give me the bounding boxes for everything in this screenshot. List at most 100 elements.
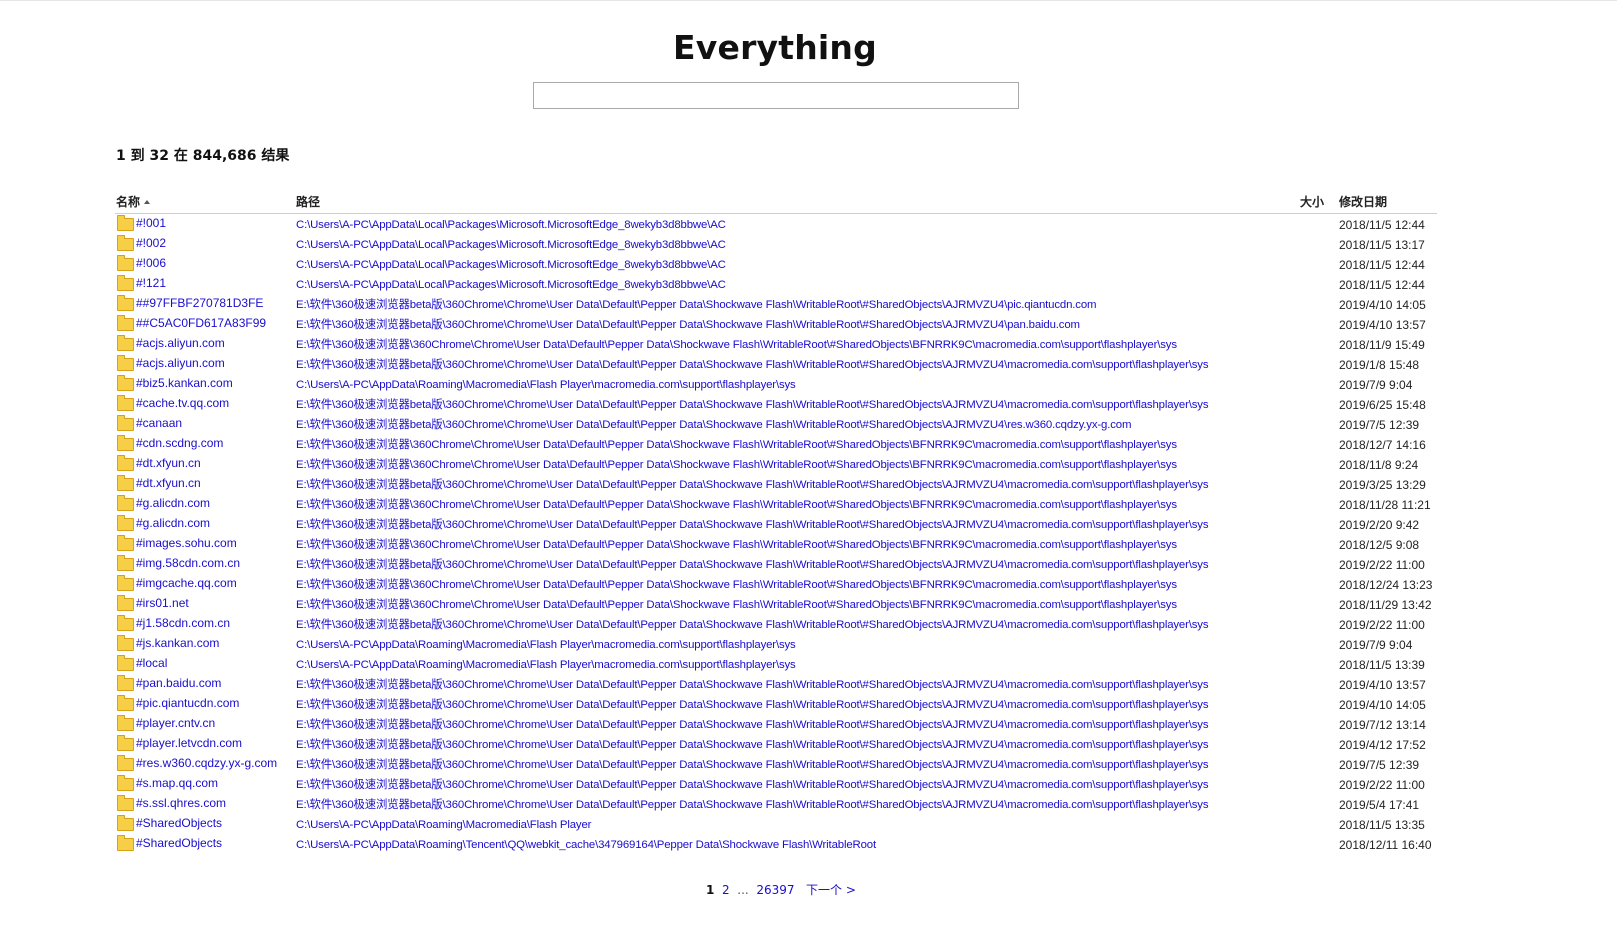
- table-row[interactable]: #g.alicdn.com E:\软件\360极速浏览器\360Chrome\Ch…: [0, 495, 1617, 515]
- row-name-link[interactable]: #s.ssl.qhres.com: [136, 793, 226, 813]
- table-row[interactable]: #SharedObjects C:\Users\A-PC\AppData\Roam…: [0, 835, 1617, 855]
- row-name-link[interactable]: #biz5.kankan.com: [136, 373, 233, 393]
- row-path-link[interactable]: E:\软件\360极速浏览器\360Chrome\Chrome\User Dat…: [296, 575, 1177, 595]
- table-row[interactable]: #acjs.aliyun.com E:\软件\360极速浏览器beta版\360C…: [0, 355, 1617, 375]
- search-input[interactable]: [533, 82, 1019, 109]
- table-row[interactable]: #js.kankan.com C:\Users\A-PC\AppData\Roam…: [0, 635, 1617, 655]
- table-row[interactable]: #biz5.kankan.com C:\Users\A-PC\AppData\Ro…: [0, 375, 1617, 395]
- row-path-link[interactable]: E:\软件\360极速浏览器beta版\360Chrome\Chrome\Use…: [296, 695, 1209, 715]
- table-row[interactable]: #irs01.net E:\软件\360极速浏览器\360Chrome\Chrom…: [0, 595, 1617, 615]
- row-path-link[interactable]: C:\Users\A-PC\AppData\Local\Packages\Mic…: [296, 255, 726, 275]
- row-path-link[interactable]: E:\软件\360极速浏览器beta版\360Chrome\Chrome\Use…: [296, 755, 1209, 775]
- row-name-link[interactable]: #pan.baidu.com: [136, 673, 221, 693]
- row-name-link[interactable]: #res.w360.cqdzy.yx-g.com: [136, 753, 277, 773]
- row-path-link[interactable]: E:\软件\360极速浏览器beta版\360Chrome\Chrome\Use…: [296, 515, 1209, 535]
- table-row[interactable]: #pan.baidu.com E:\软件\360极速浏览器beta版\360Chr…: [0, 675, 1617, 695]
- table-row[interactable]: #j1.58cdn.com.cn E:\软件\360极速浏览器beta版\360C…: [0, 615, 1617, 635]
- row-path-link[interactable]: E:\软件\360极速浏览器\360Chrome\Chrome\User Dat…: [296, 535, 1177, 555]
- pagination-page-link[interactable]: 2: [722, 883, 730, 897]
- table-row[interactable]: #canaan E:\软件\360极速浏览器beta版\360Chrome\Chr…: [0, 415, 1617, 435]
- table-row[interactable]: #pic.qiantucdn.com E:\软件\360极速浏览器beta版\36…: [0, 695, 1617, 715]
- row-name-link[interactable]: #local: [136, 653, 167, 673]
- row-path-link[interactable]: E:\软件\360极速浏览器beta版\360Chrome\Chrome\Use…: [296, 735, 1209, 755]
- row-name-link[interactable]: #pic.qiantucdn.com: [136, 693, 239, 713]
- row-name-link[interactable]: #js.kankan.com: [136, 633, 219, 653]
- row-name-link[interactable]: #img.58cdn.com.cn: [136, 553, 240, 573]
- row-path-link[interactable]: E:\软件\360极速浏览器\360Chrome\Chrome\User Dat…: [296, 455, 1177, 475]
- row-path-link[interactable]: E:\软件\360极速浏览器beta版\360Chrome\Chrome\Use…: [296, 675, 1209, 695]
- row-name-link[interactable]: #dt.xfyun.cn: [136, 453, 201, 473]
- row-path-link[interactable]: E:\软件\360极速浏览器beta版\360Chrome\Chrome\Use…: [296, 355, 1209, 375]
- table-row[interactable]: #local C:\Users\A-PC\AppData\Roaming\Macr…: [0, 655, 1617, 675]
- table-row[interactable]: #player.letvcdn.com E:\软件\360极速浏览器beta版\3…: [0, 735, 1617, 755]
- row-path-link[interactable]: C:\Users\A-PC\AppData\Roaming\Macromedia…: [296, 655, 796, 675]
- table-row[interactable]: #res.w360.cqdzy.yx-g.com E:\软件\360极速浏览器be…: [0, 755, 1617, 775]
- table-row[interactable]: ##97FFBF270781D3FE E:\软件\360极速浏览器beta版\36…: [0, 295, 1617, 315]
- row-name-link[interactable]: #!002: [136, 233, 166, 253]
- row-path-link[interactable]: C:\Users\A-PC\AppData\Local\Packages\Mic…: [296, 235, 726, 255]
- column-header-modified[interactable]: 修改日期: [1339, 193, 1387, 211]
- row-path-link[interactable]: E:\软件\360极速浏览器beta版\360Chrome\Chrome\Use…: [296, 395, 1209, 415]
- row-name-link[interactable]: #dt.xfyun.cn: [136, 473, 201, 493]
- table-row[interactable]: #!002 C:\Users\A-PC\AppData\Local\Package…: [0, 235, 1617, 255]
- row-path-link[interactable]: C:\Users\A-PC\AppData\Local\Packages\Mic…: [296, 275, 726, 295]
- table-row[interactable]: #!001 C:\Users\A-PC\AppData\Local\Package…: [0, 215, 1617, 235]
- column-header-name[interactable]: 名称: [116, 193, 151, 211]
- row-path-link[interactable]: E:\软件\360极速浏览器beta版\360Chrome\Chrome\Use…: [296, 415, 1131, 435]
- row-name-link[interactable]: #j1.58cdn.com.cn: [136, 613, 230, 633]
- table-row[interactable]: #acjs.aliyun.com E:\软件\360极速浏览器\360Chrome…: [0, 335, 1617, 355]
- row-path-link[interactable]: E:\软件\360极速浏览器beta版\360Chrome\Chrome\Use…: [296, 715, 1209, 735]
- row-path-link[interactable]: C:\Users\A-PC\AppData\Roaming\Macromedia…: [296, 815, 591, 835]
- column-header-size[interactable]: 大小: [1300, 193, 1324, 211]
- table-row[interactable]: #!121 C:\Users\A-PC\AppData\Local\Package…: [0, 275, 1617, 295]
- row-path-link[interactable]: E:\软件\360极速浏览器\360Chrome\Chrome\User Dat…: [296, 335, 1177, 355]
- table-row[interactable]: #cdn.scdng.com E:\软件\360极速浏览器\360Chrome\C…: [0, 435, 1617, 455]
- row-path-link[interactable]: C:\Users\A-PC\AppData\Roaming\Macromedia…: [296, 635, 796, 655]
- row-path-link[interactable]: E:\软件\360极速浏览器beta版\360Chrome\Chrome\Use…: [296, 555, 1209, 575]
- row-name-link[interactable]: #SharedObjects: [136, 833, 222, 853]
- table-row[interactable]: #imgcache.qq.com E:\软件\360极速浏览器\360Chrome…: [0, 575, 1617, 595]
- table-row[interactable]: #dt.xfyun.cn E:\软件\360极速浏览器\360Chrome\Chr…: [0, 455, 1617, 475]
- row-name-link[interactable]: #images.sohu.com: [136, 533, 237, 553]
- table-row[interactable]: #SharedObjects C:\Users\A-PC\AppData\Roam…: [0, 815, 1617, 835]
- row-name-link[interactable]: #!006: [136, 253, 166, 273]
- row-name-link[interactable]: #s.map.qq.com: [136, 773, 218, 793]
- table-row[interactable]: ##C5AC0FD617A83F99 E:\软件\360极速浏览器beta版\36…: [0, 315, 1617, 335]
- table-row[interactable]: #s.map.qq.com E:\软件\360极速浏览器beta版\360Chro…: [0, 775, 1617, 795]
- row-name-link[interactable]: #g.alicdn.com: [136, 493, 210, 513]
- row-path-link[interactable]: E:\软件\360极速浏览器\360Chrome\Chrome\User Dat…: [296, 495, 1177, 515]
- column-header-name-label[interactable]: 名称: [116, 195, 140, 209]
- table-row[interactable]: #!006 C:\Users\A-PC\AppData\Local\Package…: [0, 255, 1617, 275]
- row-name-link[interactable]: #acjs.aliyun.com: [136, 353, 225, 373]
- pagination-next-button[interactable]: 下一个 >: [806, 883, 856, 897]
- row-name-link[interactable]: #player.cntv.cn: [136, 713, 215, 733]
- row-name-link[interactable]: #cdn.scdng.com: [136, 433, 223, 453]
- row-name-link[interactable]: #acjs.aliyun.com: [136, 333, 225, 353]
- row-name-link[interactable]: #irs01.net: [136, 593, 189, 613]
- row-name-link[interactable]: #g.alicdn.com: [136, 513, 210, 533]
- pagination-last-page-link[interactable]: 26397: [756, 883, 794, 897]
- table-row[interactable]: #player.cntv.cn E:\软件\360极速浏览器beta版\360Ch…: [0, 715, 1617, 735]
- row-name-link[interactable]: #player.letvcdn.com: [136, 733, 242, 753]
- row-path-link[interactable]: C:\Users\A-PC\AppData\Roaming\Tencent\QQ…: [296, 835, 876, 855]
- row-name-link[interactable]: #SharedObjects: [136, 813, 222, 833]
- row-path-link[interactable]: E:\软件\360极速浏览器\360Chrome\Chrome\User Dat…: [296, 595, 1177, 615]
- row-path-link[interactable]: E:\软件\360极速浏览器beta版\360Chrome\Chrome\Use…: [296, 615, 1209, 635]
- row-path-link[interactable]: E:\软件\360极速浏览器beta版\360Chrome\Chrome\Use…: [296, 775, 1209, 795]
- column-header-path[interactable]: 路径: [296, 193, 320, 211]
- row-path-link[interactable]: C:\Users\A-PC\AppData\Roaming\Macromedia…: [296, 375, 796, 395]
- row-path-link[interactable]: E:\软件\360极速浏览器beta版\360Chrome\Chrome\Use…: [296, 295, 1097, 315]
- table-row[interactable]: #dt.xfyun.cn E:\软件\360极速浏览器beta版\360Chrom…: [0, 475, 1617, 495]
- row-path-link[interactable]: C:\Users\A-PC\AppData\Local\Packages\Mic…: [296, 215, 726, 235]
- table-row[interactable]: #img.58cdn.com.cn E:\软件\360极速浏览器beta版\360…: [0, 555, 1617, 575]
- row-path-link[interactable]: E:\软件\360极速浏览器beta版\360Chrome\Chrome\Use…: [296, 315, 1080, 335]
- row-name-link[interactable]: ##C5AC0FD617A83F99: [136, 313, 266, 333]
- row-name-link[interactable]: #imgcache.qq.com: [136, 573, 237, 593]
- table-row[interactable]: #cache.tv.qq.com E:\软件\360极速浏览器beta版\360C…: [0, 395, 1617, 415]
- row-name-link[interactable]: #canaan: [136, 413, 182, 433]
- table-row[interactable]: #g.alicdn.com E:\软件\360极速浏览器beta版\360Chro…: [0, 515, 1617, 535]
- row-path-link[interactable]: E:\软件\360极速浏览器beta版\360Chrome\Chrome\Use…: [296, 475, 1209, 495]
- row-name-link[interactable]: #cache.tv.qq.com: [136, 393, 229, 413]
- table-row[interactable]: #images.sohu.com E:\软件\360极速浏览器\360Chrome…: [0, 535, 1617, 555]
- row-path-link[interactable]: E:\软件\360极速浏览器\360Chrome\Chrome\User Dat…: [296, 435, 1177, 455]
